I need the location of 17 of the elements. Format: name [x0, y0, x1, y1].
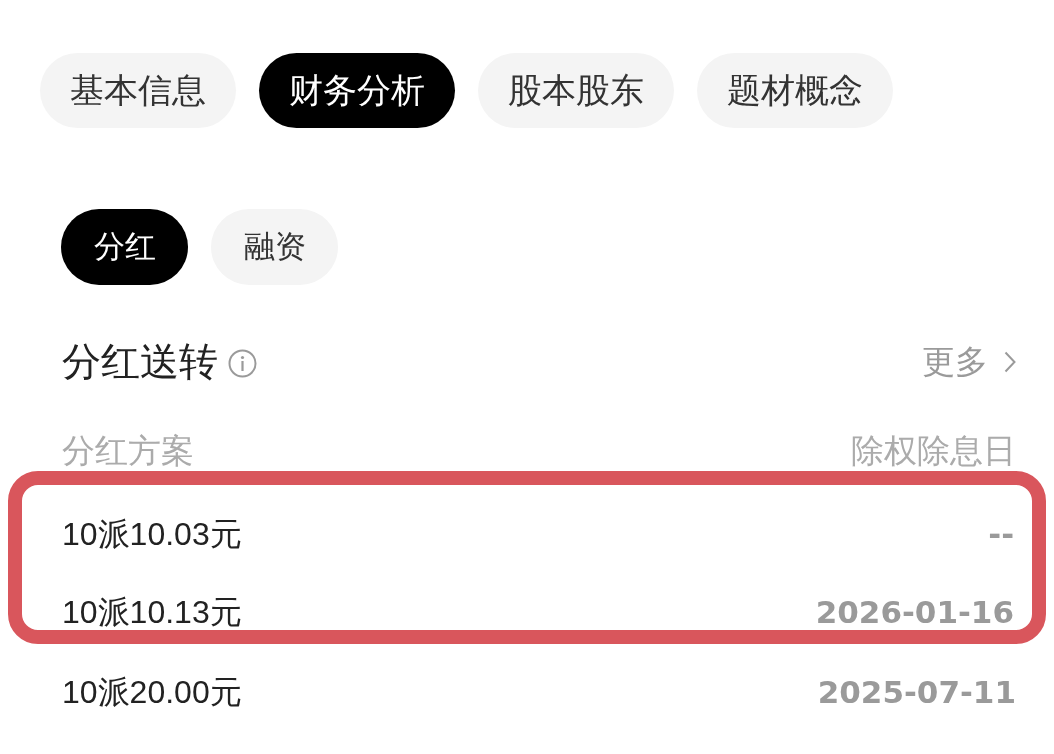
category-tab[interactable]: 题材概念: [697, 53, 893, 128]
ex-dividend-date: 2025-07-11: [817, 674, 1016, 710]
dividend-plan: 10派10.03元: [62, 516, 242, 552]
category-tab[interactable]: 股本股东: [478, 53, 674, 128]
section-title: 分红送转: [62, 338, 218, 385]
sub-tab[interactable]: 融资: [211, 209, 338, 285]
sub-tab[interactable]: 分红: [61, 209, 188, 285]
category-tab[interactable]: 财务分析: [259, 53, 455, 128]
dividend-plan: 10派10.13元: [62, 594, 242, 630]
chevron-right-icon: [1004, 351, 1016, 373]
dividend-plan: 10派20.00元: [62, 674, 242, 710]
column-header: 除权除息日: [851, 431, 1016, 472]
column-header: 分红方案: [62, 431, 194, 472]
info-icon[interactable]: [228, 348, 257, 378]
category-tab[interactable]: 基本信息: [40, 53, 236, 128]
ex-dividend-date: --: [988, 516, 1014, 552]
ex-dividend-date: 2026-01-16: [815, 594, 1014, 630]
